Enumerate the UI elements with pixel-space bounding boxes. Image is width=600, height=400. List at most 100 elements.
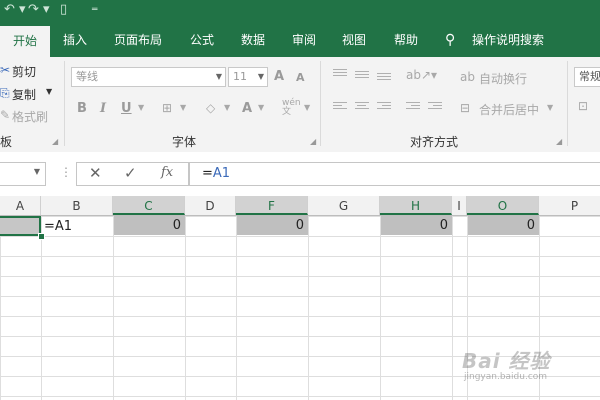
phonetic-button[interactable]: wén 文 <box>282 99 304 117</box>
align-left-icon[interactable] <box>333 102 347 113</box>
bold-button[interactable]: B <box>77 101 87 116</box>
column-header-o[interactable]: O <box>467 196 539 215</box>
undo-icon[interactable]: ↶ ▾ <box>4 2 26 18</box>
formula-input[interactable]: =A1 <box>189 162 600 186</box>
insert-function-button[interactable]: fx <box>161 165 173 180</box>
tab-review[interactable]: 审阅 <box>292 22 316 57</box>
cell-f1[interactable]: 0 <box>237 216 308 235</box>
number-format-value: 常规 <box>579 70 600 83</box>
column-header-i[interactable]: I <box>452 196 467 215</box>
chevron-down-icon: ▼ <box>215 72 222 81</box>
formula-eq: = <box>202 166 213 181</box>
group-divider <box>567 61 568 146</box>
cell-h1[interactable]: 0 <box>381 216 452 235</box>
group-divider <box>64 61 65 146</box>
phonetic-dropdown-icon[interactable]: ▼ <box>304 103 310 112</box>
underline-dropdown-icon[interactable]: ▼ <box>138 103 144 112</box>
font-size-combo[interactable]: 11 ▼ <box>228 67 268 87</box>
column-header-h[interactable]: H <box>380 196 452 215</box>
name-box[interactable]: ▼ <box>0 162 46 186</box>
orientation-icon[interactable]: ab↗▾ <box>406 68 437 82</box>
wrap-text-button[interactable]: 自动换行 <box>479 70 527 87</box>
font-color-dropdown-icon[interactable]: ▼ <box>258 103 264 112</box>
fill-dropdown-icon[interactable]: ▼ <box>224 103 230 112</box>
grid-line <box>380 216 381 400</box>
column-header-a[interactable]: A <box>0 196 41 215</box>
italic-button[interactable]: I <box>100 101 106 116</box>
tab-view[interactable]: 视图 <box>342 22 366 57</box>
formula-bar: ▼ ⋮ ✕ ✓ fx =A1 <box>0 152 600 197</box>
copy-dropdown-icon[interactable]: ▼ <box>46 87 52 96</box>
more-icon: ⋮ <box>60 165 72 179</box>
decrease-indent-icon[interactable] <box>406 102 420 113</box>
active-cell-border <box>0 216 41 236</box>
ribbon: ✂ 剪切 ⎘ 复制 ▼ ✎ 格式刷 板 ◢ 等线 ▼ 11 ▼ A A B I … <box>0 57 600 153</box>
cell-b1-editing[interactable]: =A1 <box>42 216 72 236</box>
fill-color-icon[interactable]: ◇ <box>206 101 215 115</box>
align-center-icon[interactable] <box>355 102 369 113</box>
increase-indent-icon[interactable] <box>428 102 442 113</box>
grid-line <box>236 216 237 400</box>
align-middle-icon[interactable] <box>355 71 369 82</box>
tab-help[interactable]: 帮助 <box>394 22 418 57</box>
title-bar: ↶ ▾ ↷ ▾ ▯ ═ <box>0 0 600 22</box>
cell-c1[interactable]: 0 <box>114 216 185 235</box>
grow-font-button[interactable]: A <box>274 69 284 84</box>
merge-center-button[interactable]: 合并后居中 <box>479 101 539 118</box>
font-color-button[interactable]: A <box>242 101 252 116</box>
column-headers: A B C D F G H I O P <box>0 196 600 216</box>
redo-icon[interactable]: ↷ ▾ <box>28 2 50 18</box>
ribbon-tabs: 开始 插入 页面布局 公式 数据 审阅 视图 帮助 ⚲ 操作说明搜索 <box>0 22 600 57</box>
column-header-f[interactable]: F <box>236 196 308 215</box>
customize-qat-icon[interactable]: ═ <box>92 2 97 18</box>
watermark: Bai 经验 jingyan.baidu.com <box>462 345 592 385</box>
font-launcher-icon[interactable]: ◢ <box>310 137 316 146</box>
cell-o1[interactable]: 0 <box>468 216 539 235</box>
column-header-g[interactable]: G <box>308 196 380 215</box>
format-painter-button[interactable]: 格式刷 <box>12 108 48 125</box>
number-format-combo[interactable]: 常规 <box>574 67 600 87</box>
watermark-logo: Bai 经验 <box>462 349 551 373</box>
alignment-group-label: 对齐方式 <box>410 135 459 149</box>
copy-button[interactable]: 复制 <box>12 86 36 103</box>
lightbulb-icon: ⚲ <box>445 32 456 48</box>
grid-line <box>113 216 114 400</box>
shrink-font-button[interactable]: A <box>296 71 305 84</box>
alignment-launcher-icon[interactable]: ◢ <box>556 137 562 146</box>
new-file-icon[interactable]: ▯ <box>60 2 67 18</box>
enter-button[interactable]: ✓ <box>124 164 137 182</box>
font-name-combo[interactable]: 等线 ▼ <box>71 67 226 87</box>
font-name-value: 等线 <box>76 70 98 83</box>
column-header-p[interactable]: P <box>539 196 600 215</box>
align-right-icon[interactable] <box>377 102 391 113</box>
underline-button[interactable]: U <box>121 101 132 116</box>
cut-icon: ✂ <box>0 63 11 77</box>
tell-me-search[interactable]: 操作说明搜索 <box>472 22 544 57</box>
align-top-icon[interactable] <box>333 69 347 80</box>
borders-dropdown-icon[interactable]: ▼ <box>180 103 186 112</box>
align-bottom-icon[interactable] <box>377 73 391 84</box>
formula-ref: A1 <box>212 166 231 181</box>
chevron-down-icon: ▼ <box>257 72 264 81</box>
grid-line <box>452 216 453 400</box>
merge-dropdown-icon[interactable]: ▼ <box>547 103 553 112</box>
column-header-d[interactable]: D <box>185 196 236 215</box>
tab-page-layout[interactable]: 页面布局 <box>114 22 162 57</box>
column-header-c[interactable]: C <box>113 196 185 215</box>
chevron-down-icon: ▼ <box>33 167 40 176</box>
tab-data[interactable]: 数据 <box>241 22 265 57</box>
borders-icon[interactable]: ⊞ <box>162 101 172 115</box>
cut-button[interactable]: 剪切 <box>12 63 36 80</box>
clipboard-group-label: 板 <box>0 135 13 149</box>
font-size-value: 11 <box>233 70 247 83</box>
grid-line <box>308 216 309 400</box>
tab-insert[interactable]: 插入 <box>63 22 87 57</box>
grid-line <box>185 216 186 400</box>
column-header-b[interactable]: B <box>41 196 113 215</box>
tab-formulas[interactable]: 公式 <box>190 22 214 57</box>
cancel-button[interactable]: ✕ <box>89 164 102 182</box>
wrap-text-icon: ab <box>460 70 475 84</box>
currency-icon[interactable]: ⊡ <box>578 99 588 113</box>
clipboard-launcher-icon[interactable]: ◢ <box>52 137 58 146</box>
tab-home[interactable]: 开始 <box>0 26 50 57</box>
